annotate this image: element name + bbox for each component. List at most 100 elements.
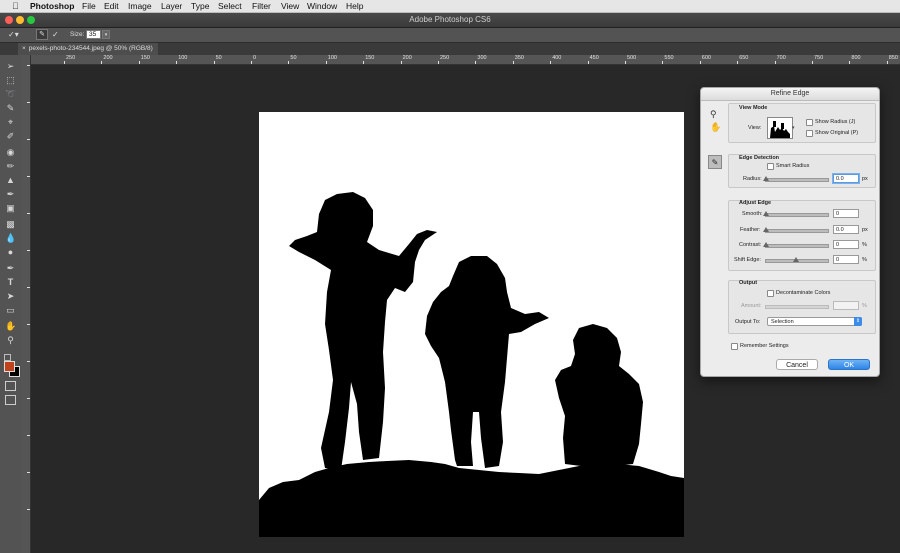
zoom-tool-icon[interactable]: ⚲ [5,335,16,346]
blur-tool-icon[interactable]: 💧 [5,233,16,244]
ruler-tick [27,324,30,325]
menu-help[interactable]: Help [346,0,363,12]
marquee-tool-icon[interactable]: ⬚ [5,75,16,86]
menu-layer[interactable]: Layer [161,0,182,12]
smooth-input[interactable]: 0 [833,209,859,218]
window-title: Adobe Photoshop CS6 [409,15,491,24]
quick-selection-tool-icon[interactable]: ✎ [5,103,16,114]
remember-settings-checkbox[interactable] [731,343,738,350]
healing-brush-tool-icon[interactable]: ◉ [5,147,16,158]
ruler-label: 750 [814,55,824,61]
document-tab[interactable]: × pexels-photo-234544.jpeg @ 50% (RGB/8) [18,43,158,55]
menu-window[interactable]: Window [307,0,337,12]
close-tab-icon[interactable]: × [22,45,26,52]
output-to-label: Output To: [735,319,761,325]
contrast-slider-thumb[interactable] [763,242,769,247]
shift-edge-input[interactable]: 0 [833,255,859,264]
output-to-dropdown-icon[interactable]: ⇕ [854,317,862,326]
window-title-bar: Adobe Photoshop CS6 [0,13,900,28]
clone-stamp-tool-icon[interactable]: ▲ [5,175,16,186]
horizontal-ruler[interactable]: 250 200 150 100 50 0 50 100 150 200 250 300 350 400 45… [30,55,900,65]
cancel-button[interactable]: Cancel [776,359,818,370]
pen-tool-icon[interactable]: ✒ [5,263,16,274]
refine-radius-brush-icon[interactable]: ✎ [36,29,48,40]
ruler-tick [737,61,739,64]
ruler-label: 250 [66,55,76,61]
foreground-color-swatch[interactable] [4,361,15,372]
ruler-tick [27,361,30,362]
feather-slider[interactable] [765,229,829,233]
remember-settings-label: Remember Settings [740,343,789,349]
dodge-tool-icon[interactable]: ● [5,247,16,258]
menu-image[interactable]: Image [128,0,152,12]
history-brush-tool-icon[interactable]: ✒ [5,189,16,200]
ruler-tick [625,61,626,64]
ruler-label: 300 [477,55,487,61]
brush-tool-icon[interactable]: ✏ [5,161,16,172]
gradient-tool-icon[interactable]: ▩ [5,219,16,230]
feather-slider-thumb[interactable] [763,227,769,232]
ruler-tick [774,61,776,64]
smooth-slider[interactable] [765,213,829,217]
apple-icon[interactable]:  [12,0,19,12]
options-bar: ✓▾ ✎ ✓ Size: 35 ▾ [0,28,900,43]
vertical-ruler[interactable] [21,55,31,553]
ok-button[interactable]: OK [828,359,870,370]
crop-tool-icon[interactable]: ⌖ [5,117,16,128]
menu-file[interactable]: File [82,0,96,12]
feather-input[interactable]: 0.0 [833,225,859,234]
size-dropdown-icon[interactable]: ▾ [102,30,110,39]
edge-detection-group: Edge Detection Smart Radius Radius: 0.0 … [728,154,876,188]
erase-refinements-icon[interactable]: ✓ [52,30,59,40]
ruler-tick [27,472,30,473]
decontaminate-colors-checkbox[interactable] [767,290,774,297]
size-input[interactable]: 35 [86,30,101,39]
ruler-label: 100 [178,55,188,61]
adjust-edge-group: Adjust Edge Smooth: 0 Feather: 0.0 px Co… [728,200,876,271]
type-tool-icon[interactable]: T [5,277,16,288]
menu-select[interactable]: Select [218,0,242,12]
ruler-tick [812,61,813,64]
quick-mask-icon[interactable] [5,381,16,391]
menu-view[interactable]: View [281,0,299,12]
move-tool-icon[interactable]: ➢ [5,61,16,72]
ruler-tick [288,61,290,64]
ruler-tick [27,287,30,288]
ruler-tick [400,61,402,64]
smooth-slider-thumb[interactable] [763,211,769,216]
hand-tool-icon[interactable]: ✋ [710,122,721,133]
rectangle-tool-icon[interactable]: ▭ [5,305,16,316]
contrast-input[interactable]: 0 [833,240,859,249]
screen-mode-icon[interactable] [5,395,16,405]
zoom-tool-icon[interactable]: ⚲ [710,109,717,120]
refine-radius-tool-icon[interactable]: ✎ [708,155,722,169]
default-colors-icon[interactable] [4,354,11,361]
path-selection-tool-icon[interactable]: ➤ [5,291,16,302]
radius-slider[interactable] [765,178,829,182]
menu-edit[interactable]: Edit [104,0,119,12]
view-mode-thumbnail[interactable] [767,117,793,139]
lasso-tool-icon[interactable]: ➰ [5,89,16,100]
size-label: Size: [70,31,85,38]
ruler-tick [438,61,439,64]
show-original-checkbox[interactable] [806,130,813,137]
silhouette-mask-image [259,192,684,537]
smart-radius-checkbox[interactable] [767,163,774,170]
tool-preset-picker[interactable]: ✓▾ [8,30,30,40]
refine-edge-dialog: Refine Edge ⚲ ✋ ✎ View Mode View: ▾ Show… [700,87,880,377]
view-dropdown-icon[interactable]: ▾ [792,125,795,131]
menu-app-name[interactable]: Photoshop [30,0,74,12]
radius-input[interactable]: 0.0 [833,174,859,183]
shift-edge-slider-thumb[interactable] [793,257,799,262]
image-canvas[interactable] [259,112,684,537]
eyedropper-tool-icon[interactable]: ✐ [5,131,16,142]
contrast-slider[interactable] [765,244,829,248]
output-to-select[interactable]: Selection [767,317,862,326]
radius-slider-thumb[interactable] [763,176,769,181]
eraser-tool-icon[interactable]: ▣ [5,203,16,214]
ruler-label: 850 [888,55,898,61]
show-radius-checkbox[interactable] [806,119,813,126]
menu-type[interactable]: Type [191,0,209,12]
menu-filter[interactable]: Filter [252,0,271,12]
hand-tool-icon[interactable]: ✋ [5,321,16,332]
